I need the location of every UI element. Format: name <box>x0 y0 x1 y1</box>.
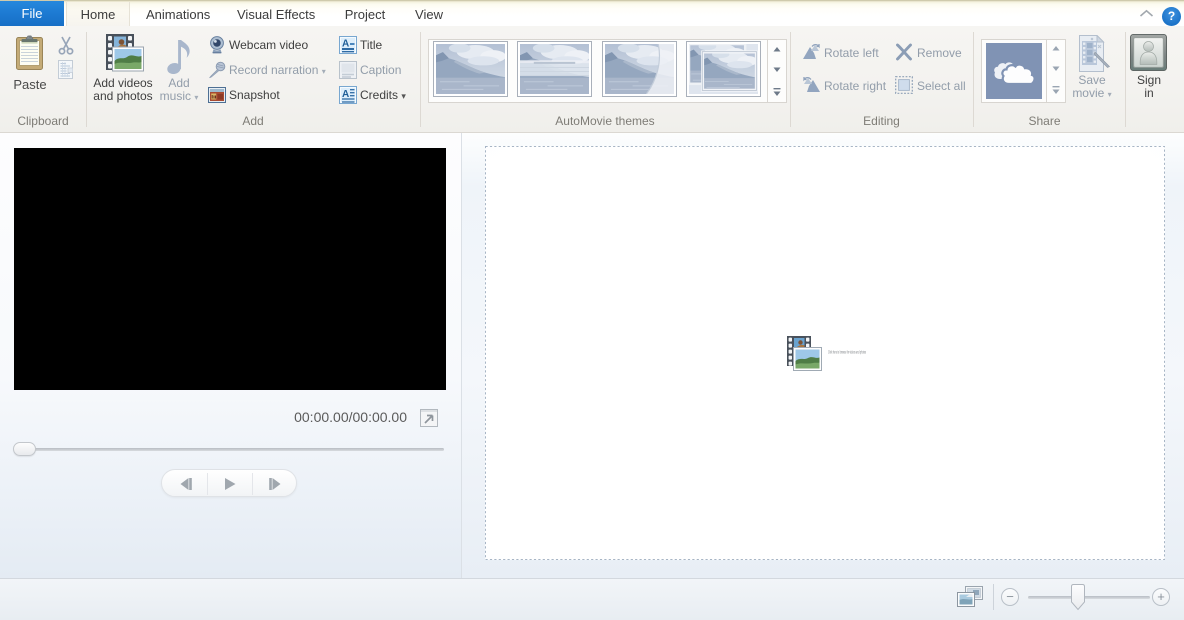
svg-text:A: A <box>342 39 349 50</box>
svg-text:A: A <box>342 89 349 100</box>
svg-text:Click here to browse for video: Click here to browse for videos and phot… <box>828 350 866 355</box>
